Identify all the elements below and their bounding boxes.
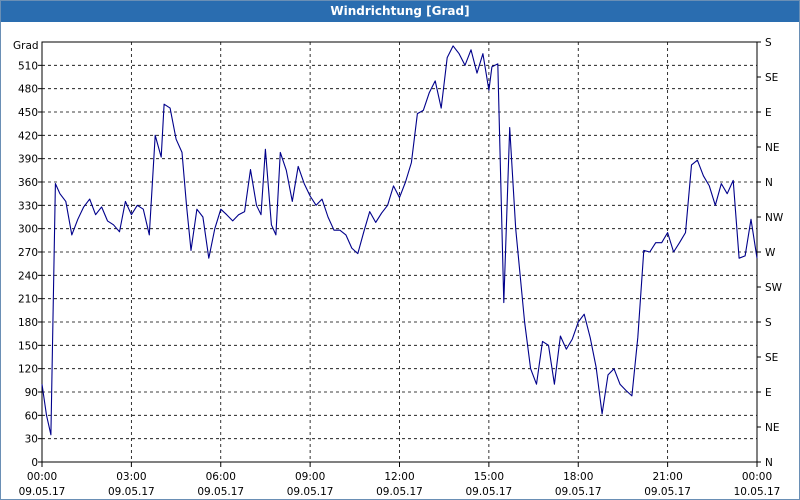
x-tick-date: 09.05.17 [197,486,244,498]
x-tick-time: 18:00 [563,471,593,483]
x-tick-date: 09.05.17 [376,486,423,498]
x-tick-time: 21:00 [652,471,682,483]
compass-label: NE [765,142,780,154]
x-tick-time: 12:00 [384,471,414,483]
compass-label: N [765,177,773,189]
y-tick-label: 360 [18,177,38,189]
y-tick-label: 150 [18,340,38,352]
x-tick-date: 09.05.17 [108,486,155,498]
compass-label: W [765,247,776,259]
y-tick-label: 180 [18,317,38,329]
compass-label: NE [765,422,780,434]
x-tick-time: 03:00 [116,471,146,483]
x-tick-time: 15:00 [474,471,504,483]
x-tick-date: 09.05.17 [555,486,602,498]
y-tick-label: 120 [18,364,38,376]
y-tick-label: 480 [18,84,38,96]
y-tick-label: 510 [18,60,38,72]
x-tick-date: 09.05.17 [287,486,334,498]
compass-label: SE [765,72,778,84]
y-tick-label: 300 [18,224,38,236]
x-tick-time: 00:00 [742,471,772,483]
y-tick-label: 450 [18,107,38,119]
y-tick-label: 90 [25,387,38,399]
x-tick-time: 06:00 [206,471,236,483]
y-tick-label: 330 [18,200,38,212]
compass-label: S [765,317,772,329]
compass-label: S [765,37,772,49]
compass-label: E [765,387,772,399]
x-tick-date: 09.05.17 [644,486,691,498]
y-tick-label: 390 [18,154,38,166]
window-title: Windrichtung [Grad] [1,1,799,22]
y-tick-label: 270 [18,247,38,259]
x-tick-date: 09.05.17 [19,486,66,498]
x-tick-date: 09.05.17 [465,486,512,498]
compass-label: NW [765,212,784,224]
y-tick-label: 30 [25,434,38,446]
compass-label: N [765,457,773,469]
y-tick-label: 420 [18,130,38,142]
y-tick-label: 240 [18,270,38,282]
y-tick-label: 60 [25,410,38,422]
x-tick-time: 00:00 [27,471,57,483]
compass-label: SW [765,282,783,294]
y-tick-label: 210 [18,294,38,306]
y-tick-label: 0 [31,457,38,469]
chart-window: Windrichtung [Grad] 0 30 60 90 120 150 180 210 2… [0,0,800,500]
compass-label: E [765,107,772,119]
compass-label: SE [765,352,778,364]
x-tick-date: 10.05.17 [734,486,781,498]
y-axis-label: Grad [13,40,39,52]
wind-direction-chart: 0 30 60 90 120 150 180 210 240 270 300 330 360 390 420… [13,37,784,498]
x-tick-time: 09:00 [295,471,325,483]
